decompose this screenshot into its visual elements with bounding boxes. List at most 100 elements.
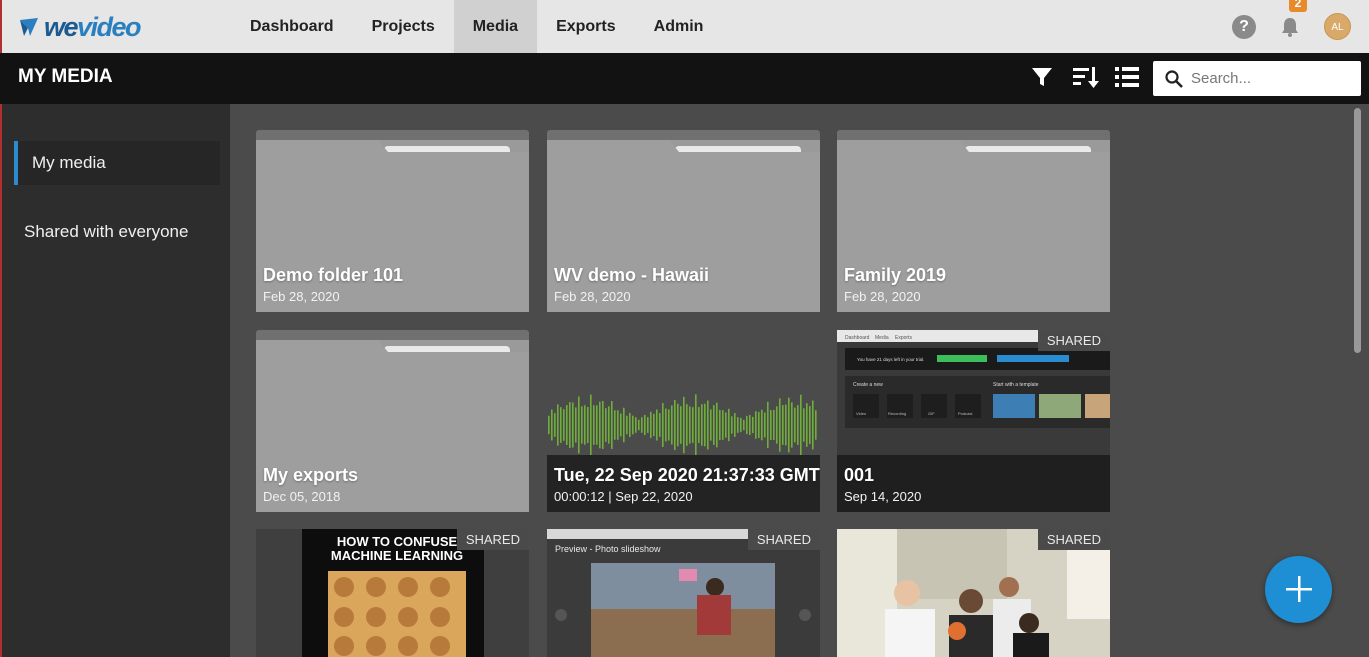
waveform-bar	[752, 416, 754, 434]
waveform-bar	[671, 405, 673, 445]
folder-card[interactable]: Demo folder 101 Feb 28, 2020	[256, 130, 529, 312]
waveform-bar	[713, 405, 715, 445]
folder-title: Family 2019	[844, 265, 947, 285]
waveform-bar	[794, 407, 796, 443]
screenshot-media-card[interactable]: Dashboard Media Exports You have 21 days…	[837, 330, 1110, 512]
waveform-bar	[563, 409, 565, 441]
add-media-button[interactable]	[1265, 556, 1332, 623]
waveform-bar	[575, 407, 577, 443]
waveform-bar	[578, 396, 580, 454]
waveform-bar	[674, 399, 676, 451]
waveform-bar	[806, 403, 808, 447]
sort-icon[interactable]	[1072, 65, 1099, 91]
waveform-bar	[569, 402, 571, 448]
slideshow-preview-label: Preview - Photo slideshow	[555, 544, 661, 554]
photo-media-card[interactable]: SHARED	[837, 529, 1110, 657]
search-box[interactable]	[1153, 61, 1361, 96]
waveform-bar	[812, 400, 814, 450]
waveform-bar	[650, 411, 652, 439]
sidebar-item-shared-with-everyone[interactable]: Shared with everyone	[14, 210, 220, 254]
waveform-bar	[800, 394, 802, 455]
bell-icon	[1282, 17, 1298, 37]
sidebar: My media Shared with everyone	[0, 104, 230, 657]
waveform-bar	[767, 401, 769, 449]
waveform-bar	[707, 400, 709, 450]
nav-media[interactable]: Media	[453, 0, 538, 53]
waveform-bar	[731, 416, 733, 434]
waveform-bar	[740, 417, 742, 433]
waveform-bar	[728, 408, 730, 442]
waveform-bar	[593, 405, 595, 445]
folder-card[interactable]: WV demo - Hawaii Feb 28, 2020	[547, 130, 820, 312]
folder-front	[256, 340, 529, 512]
waveform-bar	[773, 410, 775, 440]
thumb-tile-label: Recording	[888, 411, 906, 416]
waveform-bar	[695, 394, 697, 455]
waveform-bar	[758, 411, 760, 439]
folder-title: WV demo - Hawaii	[554, 265, 710, 285]
waveform-bar	[590, 394, 592, 455]
waveform-bar	[815, 410, 817, 440]
waveform-bar	[614, 410, 616, 440]
waveform-bar	[581, 406, 583, 444]
waveform-bar	[761, 409, 763, 441]
shared-badge: SHARED	[747, 529, 820, 550]
waveform-bar	[725, 412, 727, 438]
shared-badge: SHARED	[1037, 330, 1110, 351]
waveform-bar	[749, 414, 751, 436]
waveform-bar	[611, 401, 613, 449]
waveform-bar	[638, 419, 640, 431]
filter-icon[interactable]	[1030, 65, 1056, 91]
waveform-bar	[656, 409, 658, 441]
waveform-bar	[698, 407, 700, 443]
nav-exports[interactable]: Exports	[537, 0, 635, 53]
slideshow-media-card[interactable]: Preview - Photo slideshow SHARED	[547, 529, 820, 657]
waveform-bar	[617, 410, 619, 440]
folder-date: Feb 28, 2020	[263, 289, 340, 304]
help-icon[interactable]: ?	[1232, 14, 1256, 39]
nav-dashboard[interactable]: Dashboard	[231, 0, 353, 53]
nav-projects[interactable]: Projects	[353, 0, 454, 53]
waveform-bar	[608, 406, 610, 444]
waveform-bar	[659, 413, 661, 437]
waveform-bar	[653, 413, 655, 437]
meme-caption: HOW TO CONFUSE MACHINE LEARNING	[330, 534, 464, 563]
media-title: Tue, 22 Sep 2020 21:37:33 GMT	[554, 465, 820, 485]
thumb-tile-label: Video	[856, 411, 867, 416]
waveform-bar	[755, 411, 757, 439]
media-meta: Sep 14, 2020	[844, 489, 922, 504]
media-grid: Demo folder 101 Feb 28, 2020 WV demo - H…	[230, 104, 1369, 657]
waveform-bar	[743, 419, 745, 431]
waveform-bar	[647, 417, 649, 433]
waveform-bar	[782, 405, 784, 445]
page-header: MY MEDIA	[0, 53, 1369, 104]
waveform-bar	[665, 408, 667, 442]
wevideo-logo[interactable]: wevideo	[18, 11, 142, 42]
audio-media-card[interactable]: Tue, 22 Sep 2020 21:37:33 GMT 00:00:12 |…	[547, 330, 820, 512]
waveform-bar	[632, 415, 634, 435]
search-input[interactable]	[1191, 70, 1351, 87]
meme-media-card[interactable]: HOW TO CONFUSE MACHINE LEARNING SHARED	[256, 529, 529, 657]
sidebar-item-my-media[interactable]: My media	[14, 141, 220, 185]
list-view-icon[interactable]	[1114, 65, 1140, 91]
waveform-bar	[584, 405, 586, 445]
waveform-bar	[689, 406, 691, 444]
scrollbar[interactable]	[1354, 108, 1361, 353]
waveform-bar	[557, 404, 559, 446]
waveform-bar	[710, 409, 712, 441]
logo-text: wevideo	[44, 11, 142, 42]
nav-admin[interactable]: Admin	[635, 0, 723, 53]
waveform-bar	[734, 413, 736, 437]
waveform-bar	[791, 402, 793, 448]
folder-date: Dec 05, 2018	[263, 489, 341, 504]
folder-card[interactable]: Family 2019 Feb 28, 2020	[837, 130, 1110, 312]
waveform-bar	[587, 406, 589, 444]
waveform-bar	[602, 401, 604, 449]
user-avatar[interactable]: AL	[1324, 13, 1351, 40]
waveform-bar	[554, 413, 556, 437]
notifications-button[interactable]: 2	[1278, 0, 1307, 39]
waveform-bar	[572, 402, 574, 448]
waveform-bar	[779, 398, 781, 452]
waveform-bar	[776, 406, 778, 444]
folder-card[interactable]: My exports Dec 05, 2018	[256, 330, 529, 512]
